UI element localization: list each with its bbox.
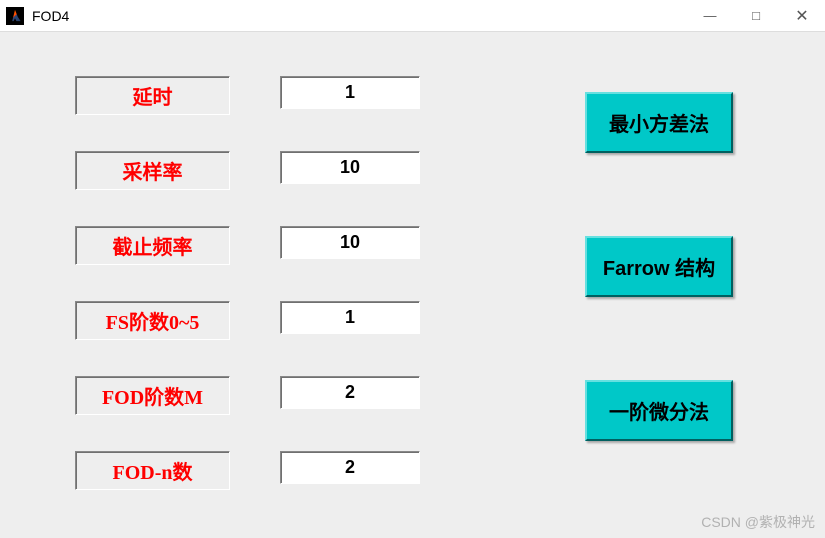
input-fod-n[interactable]: 2: [280, 451, 420, 484]
label-fs-order: FS阶数0~5: [75, 301, 230, 340]
button-min-variance[interactable]: 最小方差法: [585, 92, 733, 153]
label-fod-order-m: FOD阶数M: [75, 376, 230, 415]
label-cutoff-freq: 截止频率: [75, 226, 230, 265]
window-controls: — □ ✕: [687, 0, 825, 31]
matlab-icon: [6, 7, 24, 25]
minimize-button[interactable]: —: [687, 0, 733, 31]
button-farrow[interactable]: Farrow 结构: [585, 236, 733, 297]
input-cutoff-freq[interactable]: 10: [280, 226, 420, 259]
input-fod-order-m[interactable]: 2: [280, 376, 420, 409]
label-delay: 延时: [75, 76, 230, 115]
button-first-order-diff[interactable]: 一阶微分法: [585, 380, 733, 441]
watermark: CSDN @紫极神光: [701, 512, 815, 532]
input-delay[interactable]: 1: [280, 76, 420, 109]
input-fs-order[interactable]: 1: [280, 301, 420, 334]
maximize-button[interactable]: □: [733, 0, 779, 31]
label-fod-n: FOD-n数: [75, 451, 230, 490]
figure-workspace: 延时 1 采样率 10 截止频率 10 FS阶数0~5 1 FOD阶数M 2 F…: [0, 32, 825, 538]
input-sample-rate[interactable]: 10: [280, 151, 420, 184]
title-bar: FOD4 — □ ✕: [0, 0, 825, 32]
close-button[interactable]: ✕: [779, 0, 825, 31]
label-sample-rate: 采样率: [75, 151, 230, 190]
window-title: FOD4: [32, 8, 687, 24]
